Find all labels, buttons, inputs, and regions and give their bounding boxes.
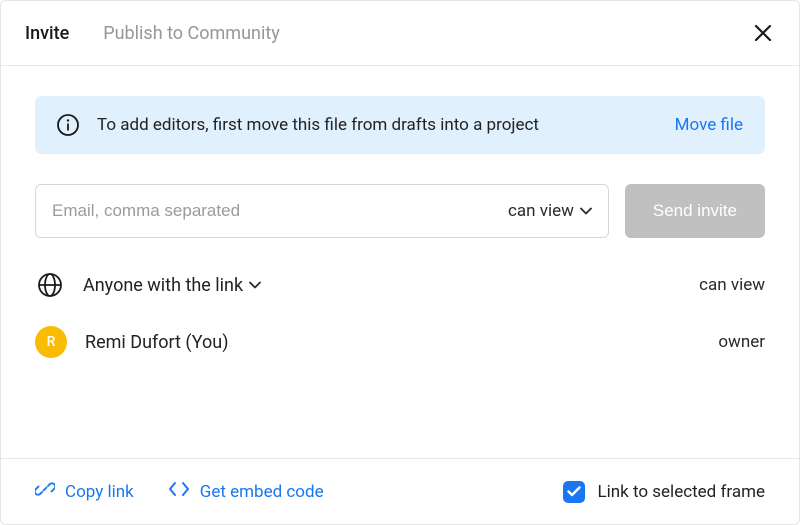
close-button[interactable] — [749, 19, 777, 47]
modal-footer: Copy link Get embed code Link to selecte… — [1, 458, 799, 524]
access-list: Anyone with the link can view R Remi Duf… — [35, 270, 765, 358]
access-row-link: Anyone with the link can view — [35, 270, 765, 300]
header-tabs: Invite Publish to Community — [25, 23, 280, 44]
email-input[interactable] — [52, 201, 496, 221]
banner-text: To add editors, first move this file fro… — [97, 115, 657, 135]
link-access-select[interactable]: Anyone with the link — [83, 275, 681, 296]
footer-left: Copy link Get embed code — [35, 479, 324, 504]
info-icon — [57, 114, 79, 136]
chevron-down-icon — [249, 281, 261, 289]
chevron-down-icon — [580, 207, 592, 215]
embed-code-button[interactable]: Get embed code — [168, 479, 324, 504]
close-icon — [753, 23, 773, 43]
modal-header: Invite Publish to Community — [1, 1, 799, 66]
link-access-role: can view — [699, 275, 765, 295]
copy-link-label: Copy link — [65, 482, 134, 502]
send-invite-button[interactable]: Send invite — [625, 184, 765, 238]
link-frame-checkbox[interactable] — [563, 481, 585, 503]
permission-value: can view — [508, 201, 574, 221]
permission-select[interactable]: can view — [496, 201, 592, 221]
avatar: R — [35, 326, 67, 358]
share-modal: Invite Publish to Community To add edito… — [0, 0, 800, 525]
globe-icon — [35, 270, 65, 300]
copy-link-button[interactable]: Copy link — [35, 479, 134, 504]
owner-name: Remi Dufort (You) — [85, 332, 700, 353]
invite-row: can view Send invite — [35, 184, 765, 238]
owner-role: owner — [718, 332, 765, 352]
link-frame-label[interactable]: Link to selected frame — [597, 482, 765, 502]
tab-publish[interactable]: Publish to Community — [103, 23, 279, 44]
email-input-wrap: can view — [35, 184, 609, 238]
move-file-link[interactable]: Move file — [675, 115, 743, 135]
footer-right: Link to selected frame — [563, 481, 765, 503]
modal-body: To add editors, first move this file fro… — [1, 66, 799, 458]
link-access-label: Anyone with the link — [83, 275, 243, 296]
link-icon — [35, 479, 55, 504]
tab-invite[interactable]: Invite — [25, 23, 69, 44]
check-icon — [567, 486, 581, 497]
embed-code-label: Get embed code — [200, 482, 324, 502]
info-banner: To add editors, first move this file fro… — [35, 96, 765, 154]
code-icon — [168, 481, 190, 502]
access-row-owner: R Remi Dufort (You) owner — [35, 326, 765, 358]
